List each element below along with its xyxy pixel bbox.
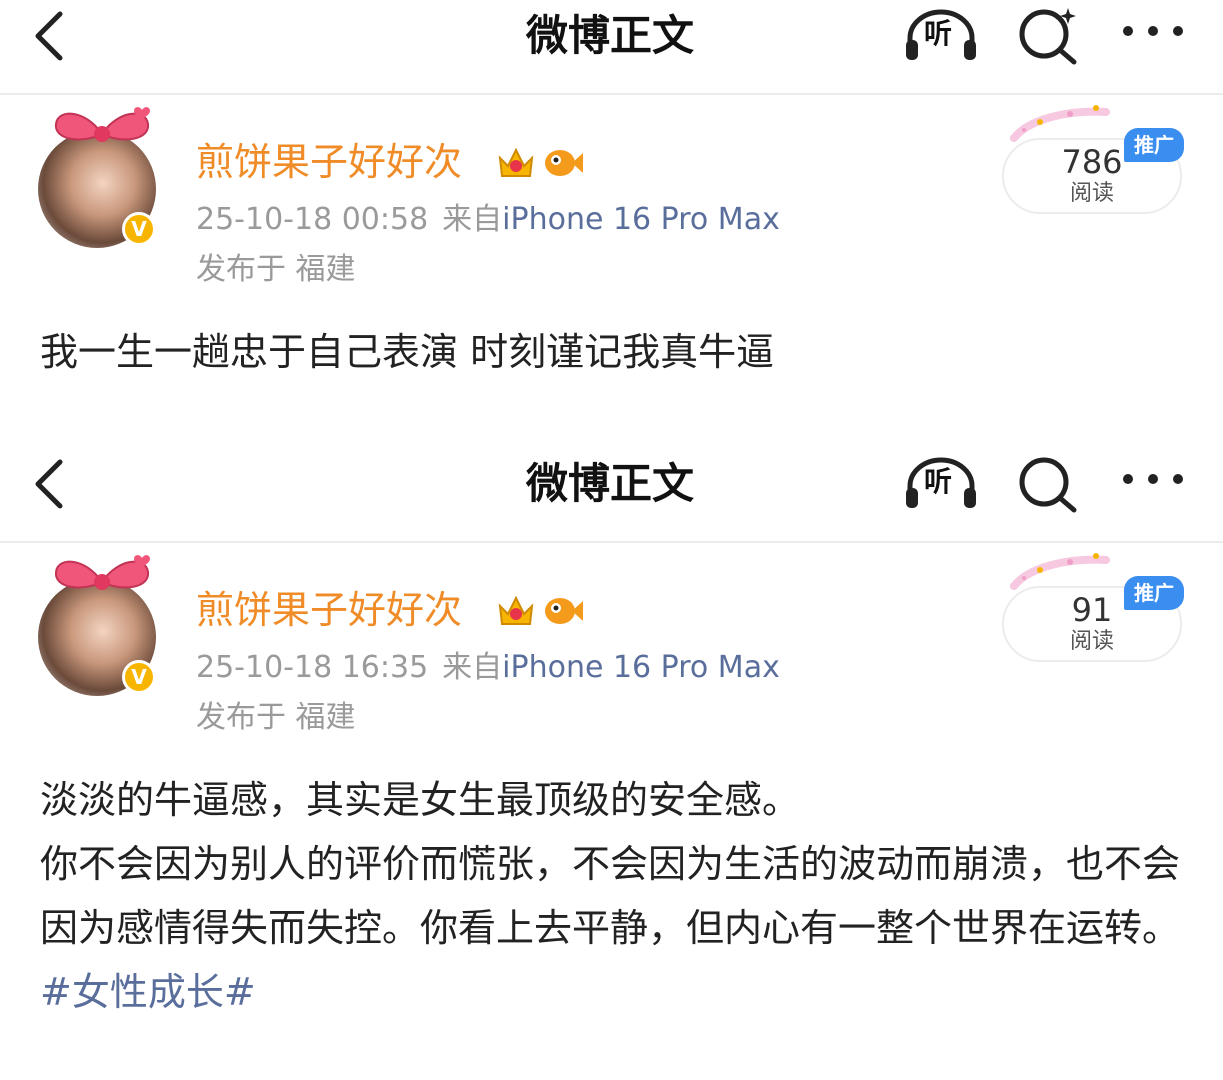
page-title: 微博正文: [525, 459, 694, 508]
post-screen-1: 微博正文 听 V 煎饼果子好好次 25-10-18 00:58 来自iPhone…: [0, 0, 1223, 448]
search-icon[interactable]: [1016, 4, 1080, 66]
device-link[interactable]: iPhone 16 Pro Max: [502, 202, 780, 237]
location: 发布于 福建: [196, 700, 356, 735]
listen-label: 听: [924, 17, 953, 50]
post-paragraph: 你不会因为别人的评价而慌张，不会因为生活的波动而崩溃，也不会因为感情得失而失控。…: [40, 842, 1181, 950]
verified-badge: V: [122, 212, 156, 246]
hashtag-link[interactable]: #女性成长#: [40, 960, 1190, 1024]
location: 发布于 福建: [196, 252, 356, 287]
post-screen-2: 微博正文 听 V 煎饼果子好好次 25-10-18 16:35 来自iPhone…: [0, 448, 1223, 1080]
top-nav-bar: 微博正文 听: [0, 0, 1223, 94]
post-body: 淡淡的牛逼感，其实是女生最顶级的安全感。 你不会因为别人的评价而慌张，不会因为生…: [40, 768, 1190, 1024]
timestamp: 25-10-18 00:58: [196, 202, 429, 237]
listen-label: 听: [924, 465, 953, 498]
fish-badge-icon[interactable]: [542, 592, 584, 630]
verified-badge: V: [122, 660, 156, 694]
post-body: 我一生一趟忠于自己表演 时刻谨记我真牛逼: [40, 320, 1190, 384]
post-paragraph: 我一生一趟忠于自己表演 时刻谨记我真牛逼: [40, 330, 775, 374]
crown-badge-icon[interactable]: [494, 140, 538, 184]
post-meta: 25-10-18 16:35 来自iPhone 16 Pro Max: [196, 648, 780, 688]
bow-decoration-icon: [54, 107, 150, 142]
fish-badge-icon[interactable]: [542, 144, 584, 182]
crown-badge-icon[interactable]: [494, 588, 538, 632]
source-prefix: 来自: [442, 650, 503, 685]
bow-decoration-icon: [54, 555, 150, 590]
read-label: 阅读: [1069, 629, 1114, 654]
back-arrow-icon[interactable]: [26, 454, 74, 514]
username[interactable]: 煎饼果子好好次: [196, 586, 462, 634]
promote-badge[interactable]: 推广: [1124, 128, 1184, 162]
post-meta: 25-10-18 00:58 来自iPhone 16 Pro Max: [196, 200, 780, 240]
top-nav-bar: 微博正文 听: [0, 448, 1223, 542]
page-title: 微博正文: [525, 11, 694, 60]
more-icon[interactable]: [1118, 464, 1188, 494]
post-paragraph: 淡淡的牛逼感，其实是女生最顶级的安全感。: [40, 778, 801, 822]
source-prefix: 来自: [442, 202, 503, 237]
device-link[interactable]: iPhone 16 Pro Max: [502, 650, 780, 685]
timestamp: 25-10-18 16:35: [196, 650, 429, 685]
search-icon[interactable]: [1016, 452, 1080, 514]
username[interactable]: 煎饼果子好好次: [196, 138, 462, 186]
back-arrow-icon[interactable]: [26, 6, 74, 66]
nav-divider: [0, 93, 1223, 95]
read-label: 阅读: [1069, 181, 1114, 206]
promote-badge[interactable]: 推广: [1124, 576, 1184, 610]
more-icon[interactable]: [1118, 16, 1188, 46]
nav-divider: [0, 541, 1223, 543]
